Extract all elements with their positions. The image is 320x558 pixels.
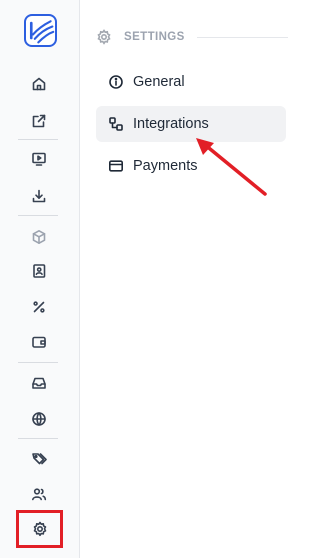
settings-section-header: SETTINGS [96, 28, 288, 46]
sidebar-separator [18, 215, 58, 216]
settings-section-title: SETTINGS [124, 31, 185, 43]
sidebar [0, 0, 80, 558]
inbox-icon[interactable] [28, 372, 50, 394]
integrations-icon [108, 116, 124, 132]
section-divider [196, 36, 288, 38]
wallet-icon[interactable] [28, 331, 50, 353]
home-icon[interactable] [28, 73, 50, 95]
menu-item-integrations[interactable]: Integrations [96, 106, 286, 142]
sidebar-separator [18, 438, 58, 439]
users-icon[interactable] [28, 483, 50, 505]
brand-logo-icon[interactable] [24, 14, 57, 47]
menu-item-label: Payments [133, 158, 198, 174]
box-icon[interactable] [28, 226, 50, 248]
menu-item-label: Integrations [133, 116, 209, 132]
menu-item-payments[interactable]: Payments [96, 148, 286, 184]
sidebar-separator [18, 362, 58, 363]
percent-icon[interactable] [28, 296, 50, 318]
contact-book-icon[interactable] [28, 260, 50, 282]
tags-icon[interactable] [28, 448, 50, 470]
credit-card-icon [108, 158, 124, 174]
monitor-play-icon[interactable] [28, 148, 50, 170]
menu-item-label: General [133, 74, 185, 90]
sidebar-separator [18, 139, 58, 140]
menu-item-general[interactable]: General [96, 64, 286, 100]
info-circle-icon [108, 74, 124, 90]
external-link-icon[interactable] [28, 110, 50, 132]
download-icon[interactable] [28, 185, 50, 207]
globe-icon[interactable] [28, 408, 50, 430]
settings-section-gear-icon [96, 29, 112, 45]
settings-panel: SETTINGS General Integrations Payments [80, 0, 304, 558]
settings-gear-icon[interactable] [16, 510, 63, 548]
